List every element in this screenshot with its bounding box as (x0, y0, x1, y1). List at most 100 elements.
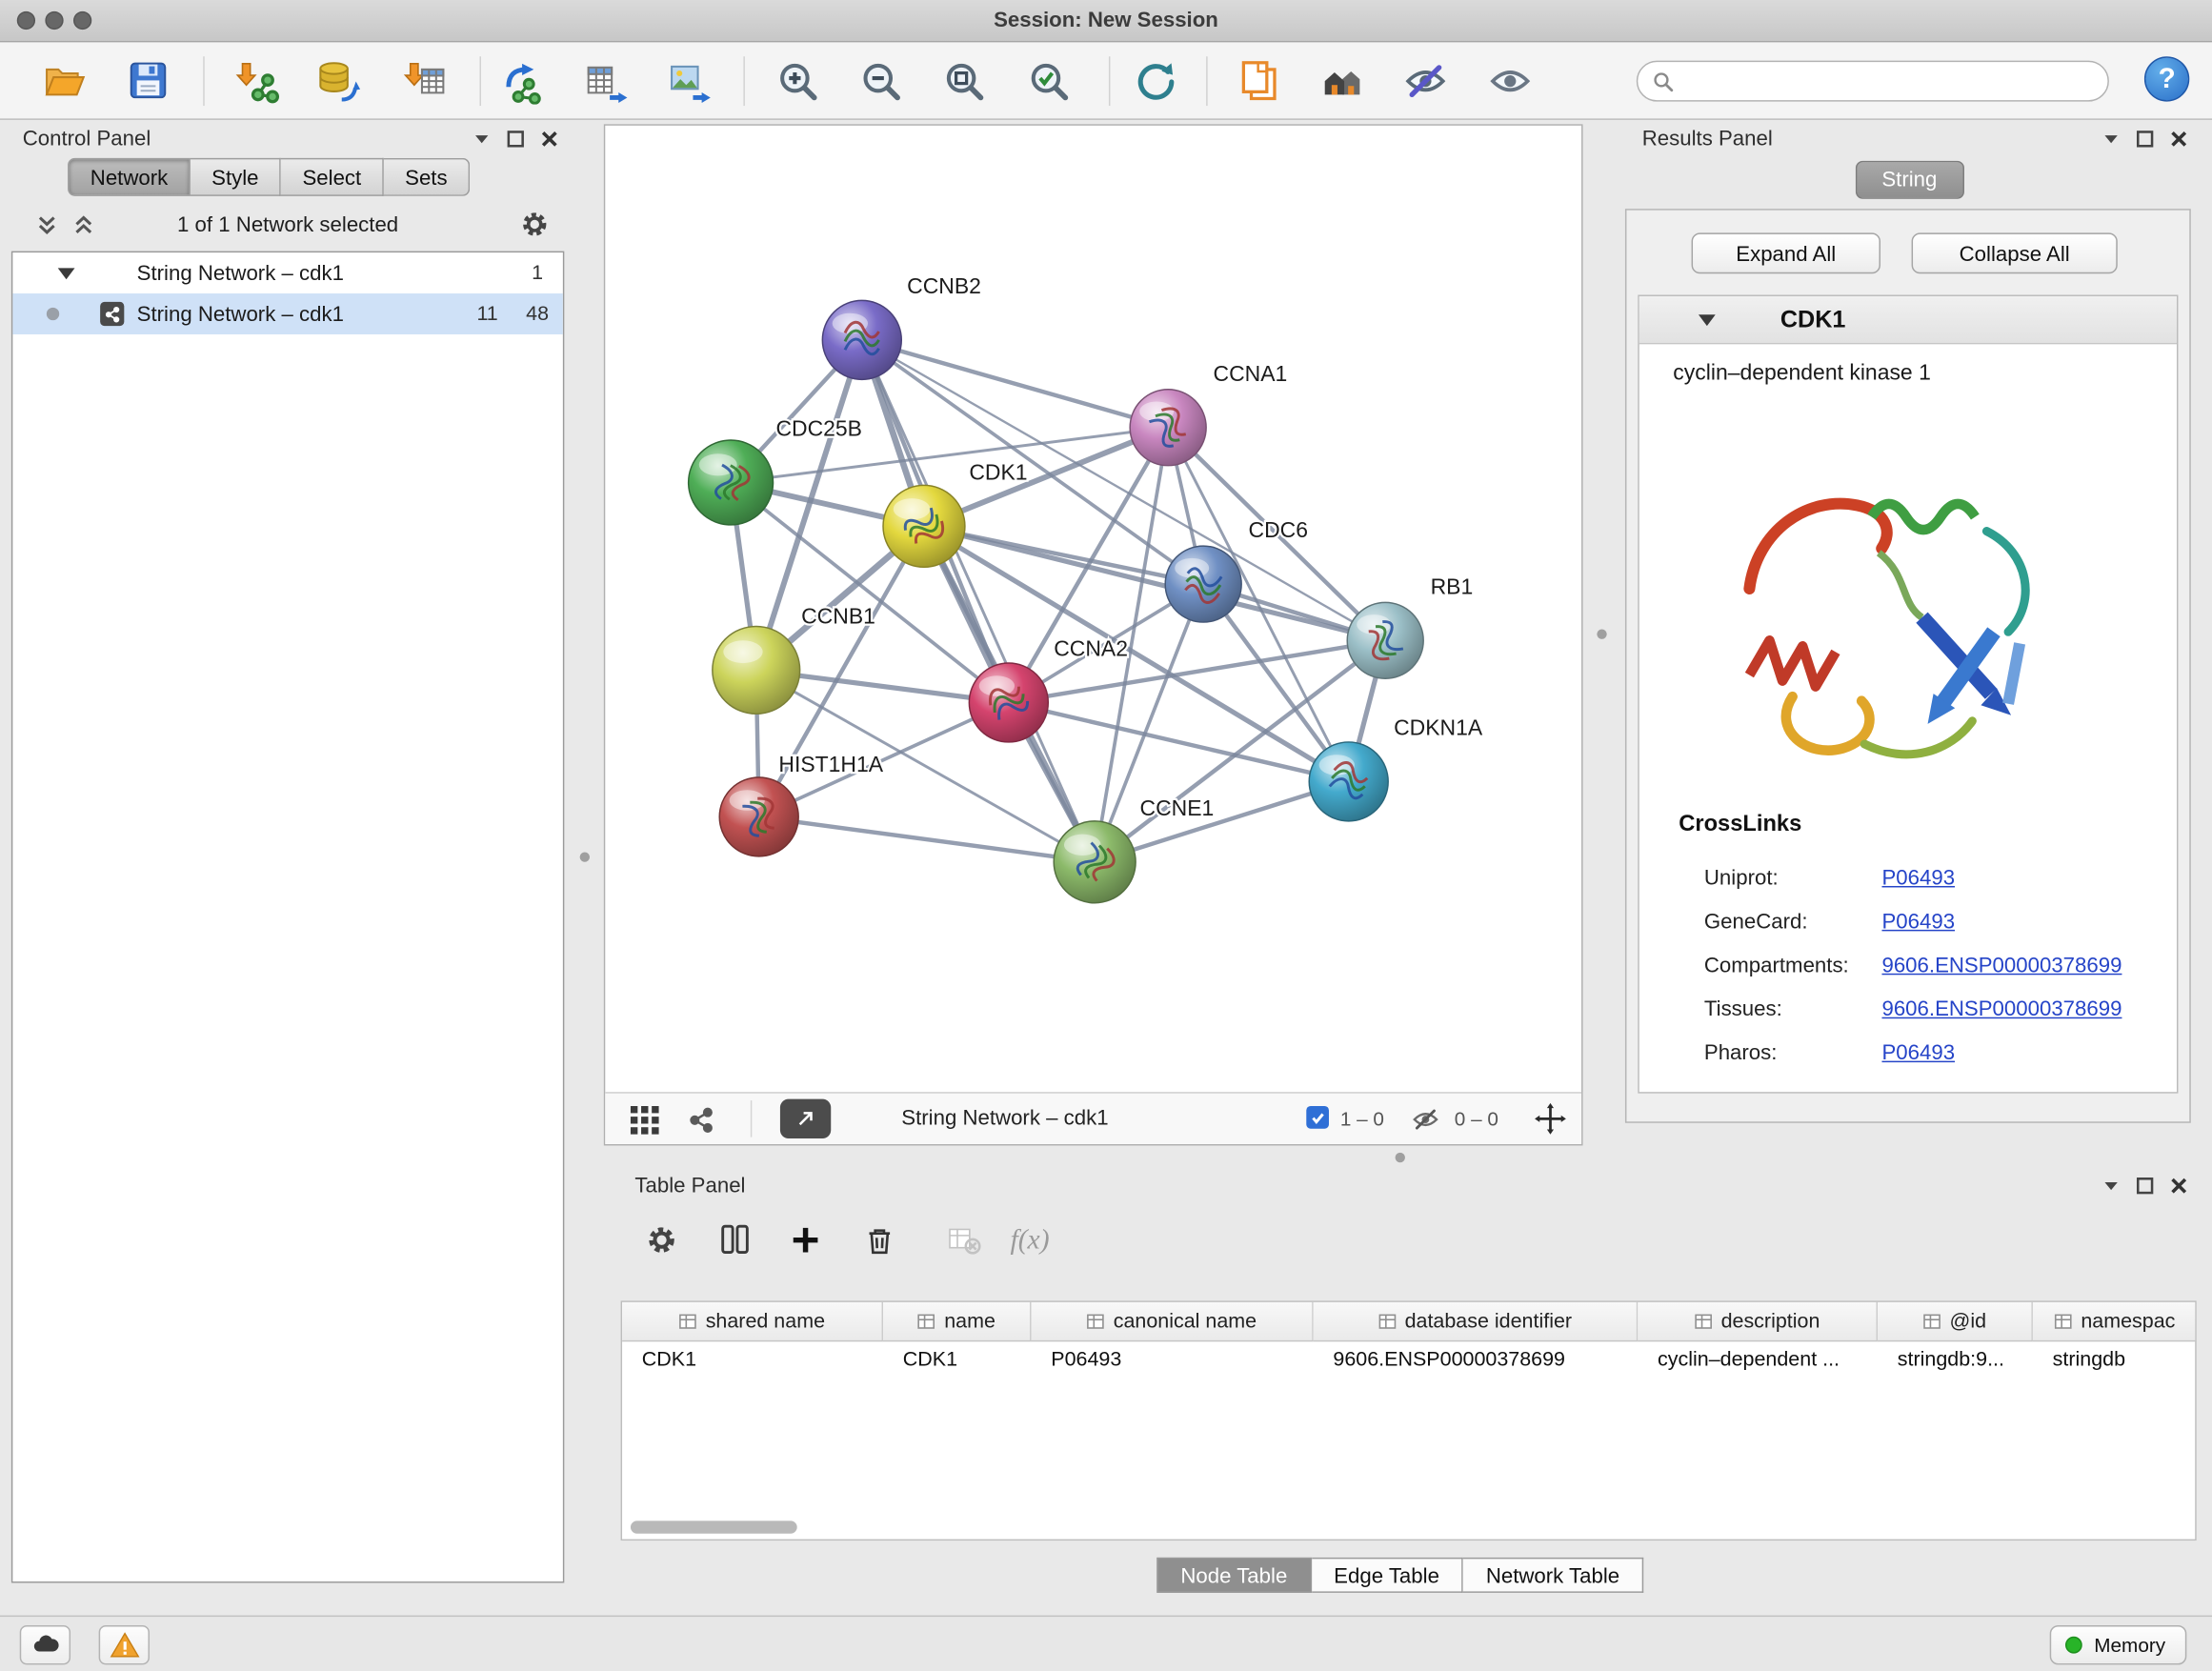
network-node-CDC6[interactable]: CDC6 (1165, 517, 1308, 622)
expand-all-button[interactable]: Expand All (1692, 232, 1880, 273)
table-settings-button[interactable] (637, 1217, 685, 1264)
crosslink-link[interactable]: P06493 (1881, 1041, 1955, 1065)
panel-maximize-icon[interactable] (2136, 1177, 2154, 1195)
right-splitter-handle[interactable] (1597, 629, 1606, 638)
collapse-all-button[interactable]: Collapse All (1912, 232, 2118, 273)
zoom-out-button[interactable] (854, 53, 907, 107)
toolbar-separator (1206, 56, 1207, 106)
cloud-button[interactable] (20, 1625, 70, 1664)
panel-float-icon[interactable] (2101, 130, 2120, 148)
search-field[interactable] (1637, 61, 2109, 102)
panel-maximize-icon[interactable] (2136, 130, 2154, 148)
zoom-fit-button[interactable] (936, 53, 990, 107)
crosslink-label: Pharos: (1704, 1041, 1778, 1065)
panel-close-icon[interactable] (2170, 130, 2188, 148)
network-node-CCNA1[interactable]: CCNA1 (1130, 361, 1287, 466)
network-node-CCNE1[interactable]: CCNE1 (1054, 795, 1214, 903)
gear-icon[interactable] (519, 209, 551, 240)
hide-selected-button[interactable] (1398, 53, 1452, 107)
table-cell[interactable]: P06493 (1032, 1341, 1314, 1379)
crosslink-link[interactable]: 9606.ENSP00000378699 (1881, 954, 2122, 977)
memory-button[interactable]: Memory (2050, 1625, 2186, 1664)
open-session-button[interactable] (37, 53, 90, 107)
grid-view-icon[interactable] (629, 1105, 660, 1137)
tab-style[interactable]: Style (191, 158, 281, 196)
tab-network[interactable]: Network (68, 158, 191, 196)
panel-close-icon[interactable] (2170, 1177, 2188, 1195)
tab-edge-table[interactable]: Edge Table (1311, 1558, 1463, 1593)
network-graph[interactable]: CCNB2CCNA1CDC25BCDK1CDC6RB1CCNB1CCNA2CDK… (605, 126, 1581, 1092)
network-node-CDKN1A[interactable]: CDKN1A (1309, 715, 1483, 821)
zoom-in-button[interactable] (771, 53, 824, 107)
gene-section-header[interactable]: CDK1 (1639, 296, 2177, 344)
help-button[interactable]: ? (2144, 56, 2189, 101)
column-header-database-identifier[interactable]: database identifier (1314, 1302, 1639, 1341)
table-row[interactable]: CDK1CDK1P064939606.ENSP00000378699cyclin… (622, 1341, 2195, 1379)
export-image-button[interactable] (662, 53, 715, 107)
tab-network-table[interactable]: Network Table (1463, 1558, 1643, 1593)
panel-maximize-icon[interactable] (507, 130, 525, 148)
tab-sets[interactable]: Sets (384, 158, 470, 196)
copy-button[interactable] (1232, 53, 1285, 107)
network-edge[interactable] (759, 816, 1095, 861)
column-header-description[interactable]: description (1638, 1302, 1878, 1341)
network-edge[interactable] (924, 526, 1385, 640)
network-edge[interactable] (862, 340, 1095, 862)
tree-item[interactable]: String Network – cdk11148 (12, 293, 563, 334)
add-column-button[interactable] (781, 1217, 829, 1264)
table-cell[interactable]: cyclin–dependent ... (1638, 1341, 1878, 1379)
import-network-database-button[interactable] (311, 53, 364, 107)
table-cell[interactable]: CDK1 (883, 1341, 1031, 1379)
search-input[interactable] (1683, 64, 2108, 99)
import-table-button[interactable] (396, 53, 450, 107)
save-session-button[interactable] (121, 53, 174, 107)
results-panel: Results Panel String Expand All Collapse… (1622, 124, 2197, 1145)
crosslink-link[interactable]: P06493 (1881, 910, 1955, 934)
panel-float-icon[interactable] (473, 130, 491, 148)
horizontal-scrollbar[interactable] (631, 1520, 797, 1533)
home-layout-button[interactable] (1315, 53, 1368, 107)
panel-float-icon[interactable] (2101, 1177, 2120, 1195)
crosslink-row: Pharos: P06493 (1639, 1033, 2177, 1077)
network-canvas[interactable]: CCNB2CCNA1CDC25BCDK1CDC6RB1CCNB1CCNA2CDK… (604, 124, 1583, 1145)
delete-column-button[interactable] (855, 1217, 902, 1264)
network-collection-count: 1 (507, 262, 544, 285)
collapse-section-icon[interactable] (1699, 314, 1716, 326)
crosslink-link[interactable]: P06493 (1881, 866, 1955, 890)
column-header--id[interactable]: @id (1878, 1302, 2033, 1341)
expand-collapse-icon[interactable] (58, 268, 75, 279)
network-edge[interactable] (862, 340, 1168, 428)
warnings-button[interactable] (99, 1625, 150, 1664)
column-header-canonical-name[interactable]: canonical name (1032, 1302, 1314, 1341)
network-node-HIST1H1A[interactable]: HIST1H1A (719, 752, 884, 856)
table-cell[interactable]: 9606.ENSP00000378699 (1314, 1341, 1639, 1379)
tab-select[interactable]: Select (281, 158, 384, 196)
zoom-selected-button[interactable] (1021, 53, 1075, 107)
show-all-button[interactable] (1482, 53, 1536, 107)
left-splitter-handle[interactable] (580, 852, 590, 861)
tab-string[interactable]: String (1855, 161, 1963, 199)
share-network-icon[interactable] (687, 1105, 718, 1137)
network-node-RB1[interactable]: RB1 (1347, 574, 1473, 678)
tab-node-table[interactable]: Node Table (1156, 1558, 1311, 1593)
apply-function-button[interactable]: f(x) (1006, 1217, 1054, 1264)
import-network-file-button[interactable] (229, 53, 282, 107)
panel-close-icon[interactable] (540, 130, 558, 148)
selected-checkbox-icon[interactable] (1306, 1106, 1329, 1129)
show-columns-button[interactable] (711, 1217, 758, 1264)
open-in-new-window-button[interactable] (780, 1099, 831, 1138)
table-cell[interactable]: stringdb:9... (1878, 1341, 2033, 1379)
table-cell[interactable]: CDK1 (622, 1341, 883, 1379)
export-table-button[interactable] (578, 53, 632, 107)
column-header-name[interactable]: name (883, 1302, 1031, 1341)
fit-content-crosshair-icon[interactable] (1534, 1102, 1568, 1137)
export-network-button[interactable] (496, 53, 550, 107)
column-header-namespac[interactable]: namespac (2033, 1302, 2197, 1341)
column-header-shared-name[interactable]: shared name (622, 1302, 883, 1341)
table-cell[interactable]: stringdb (2033, 1341, 2197, 1379)
refresh-view-button[interactable] (1127, 53, 1180, 107)
crosslink-link[interactable]: 9606.ENSP00000378699 (1881, 997, 2122, 1021)
horizontal-splitter-handle[interactable] (1396, 1153, 1405, 1162)
eye-slash-icon (1401, 57, 1448, 104)
tree-item[interactable]: String Network – cdk11 (12, 252, 563, 293)
